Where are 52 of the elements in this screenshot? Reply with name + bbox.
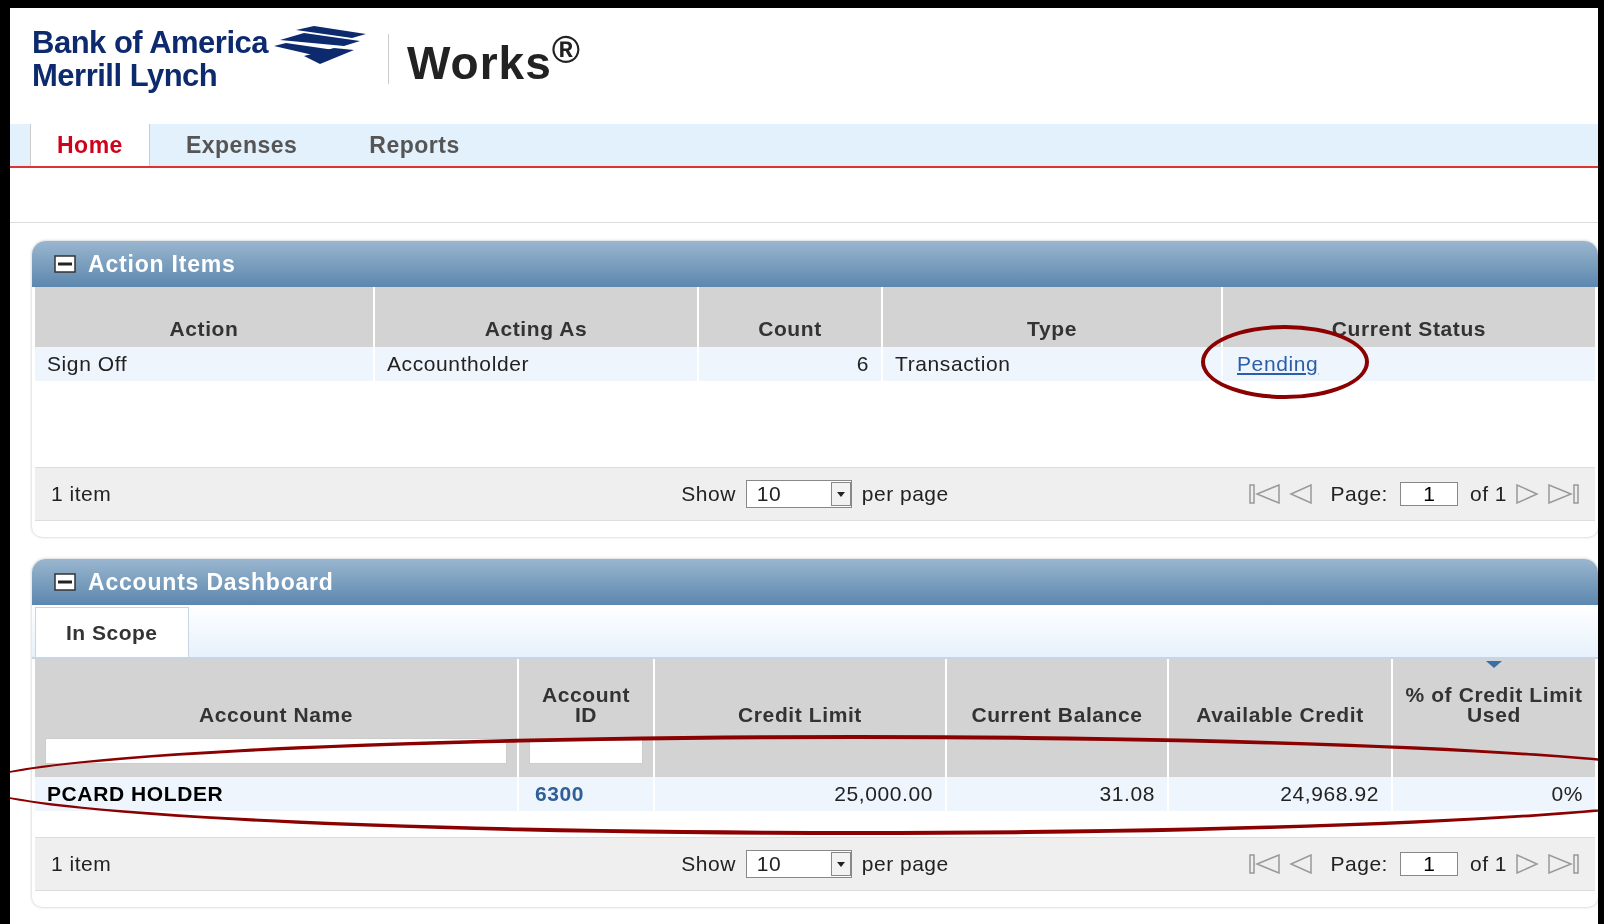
collapse-icon[interactable] bbox=[54, 255, 76, 273]
page-total: of 1 bbox=[1469, 482, 1507, 506]
column-header[interactable]: Current Status bbox=[1221, 287, 1595, 347]
column-header[interactable]: Acting As bbox=[373, 287, 697, 347]
next-page-icon[interactable] bbox=[1515, 484, 1539, 504]
last-page-icon[interactable] bbox=[1547, 854, 1579, 874]
page-size-select[interactable]: 10 bbox=[745, 480, 852, 508]
nav-tab[interactable]: Expenses bbox=[149, 124, 334, 166]
item-count: 1 item bbox=[51, 482, 113, 506]
page-total: of 1 bbox=[1469, 852, 1507, 876]
table-cell: 6 bbox=[856, 352, 869, 376]
column-header[interactable]: Type bbox=[881, 287, 1221, 347]
table-cell: PCARD HOLDER bbox=[47, 782, 224, 806]
show-label: Show bbox=[681, 852, 736, 876]
product-name: Works$^{®}$ bbox=[407, 27, 581, 91]
nav-tab[interactable]: Reports bbox=[333, 124, 496, 166]
column-header[interactable]: Credit Limit bbox=[728, 705, 872, 725]
column-header[interactable]: Account Name bbox=[188, 705, 364, 725]
next-page-icon[interactable] bbox=[1515, 854, 1539, 874]
previous-page-icon[interactable] bbox=[1288, 484, 1313, 504]
table-cell: Accountholder bbox=[387, 352, 530, 376]
page-field[interactable]: 1 bbox=[1399, 852, 1458, 876]
column-header[interactable]: Count bbox=[697, 287, 881, 347]
table-cell: 24,968.92 bbox=[1280, 782, 1379, 806]
per-page-label: per page bbox=[861, 482, 949, 506]
page-label: Page: bbox=[1330, 852, 1388, 876]
collapse-icon[interactable] bbox=[54, 573, 76, 591]
page-label: Page: bbox=[1330, 482, 1388, 506]
column-header[interactable]: Available Credit bbox=[1186, 705, 1374, 725]
status-link[interactable]: Pending bbox=[1237, 352, 1319, 376]
item-count: 1 item bbox=[51, 852, 113, 876]
first-page-icon[interactable] bbox=[1248, 854, 1281, 874]
column-header[interactable]: Action bbox=[35, 287, 373, 347]
page-size-select[interactable]: 10 bbox=[745, 850, 852, 878]
brand-text: Merrill Lynch bbox=[32, 59, 219, 92]
table-cell: Sign Off bbox=[47, 352, 128, 376]
table-cell: 25,000.00 bbox=[834, 782, 933, 806]
page-field[interactable]: 1 bbox=[1399, 482, 1458, 506]
table-cell: 31.08 bbox=[1099, 782, 1155, 806]
brand-text: Bank of America bbox=[32, 26, 268, 59]
panel-title: Accounts Dashboard bbox=[88, 568, 334, 596]
table-cell: Transaction bbox=[895, 352, 1011, 376]
show-label: Show bbox=[681, 482, 736, 506]
last-page-icon[interactable] bbox=[1547, 484, 1579, 504]
panel-title: Action Items bbox=[88, 250, 236, 278]
first-page-icon[interactable] bbox=[1248, 484, 1281, 504]
per-page-label: per page bbox=[861, 852, 949, 876]
nav-tab[interactable]: Home bbox=[30, 124, 150, 166]
previous-page-icon[interactable] bbox=[1288, 854, 1313, 874]
table-cell: 0% bbox=[1551, 782, 1583, 806]
column-header[interactable]: Current Balance bbox=[961, 705, 1153, 725]
scope-tab[interactable]: In Scope bbox=[35, 607, 189, 657]
